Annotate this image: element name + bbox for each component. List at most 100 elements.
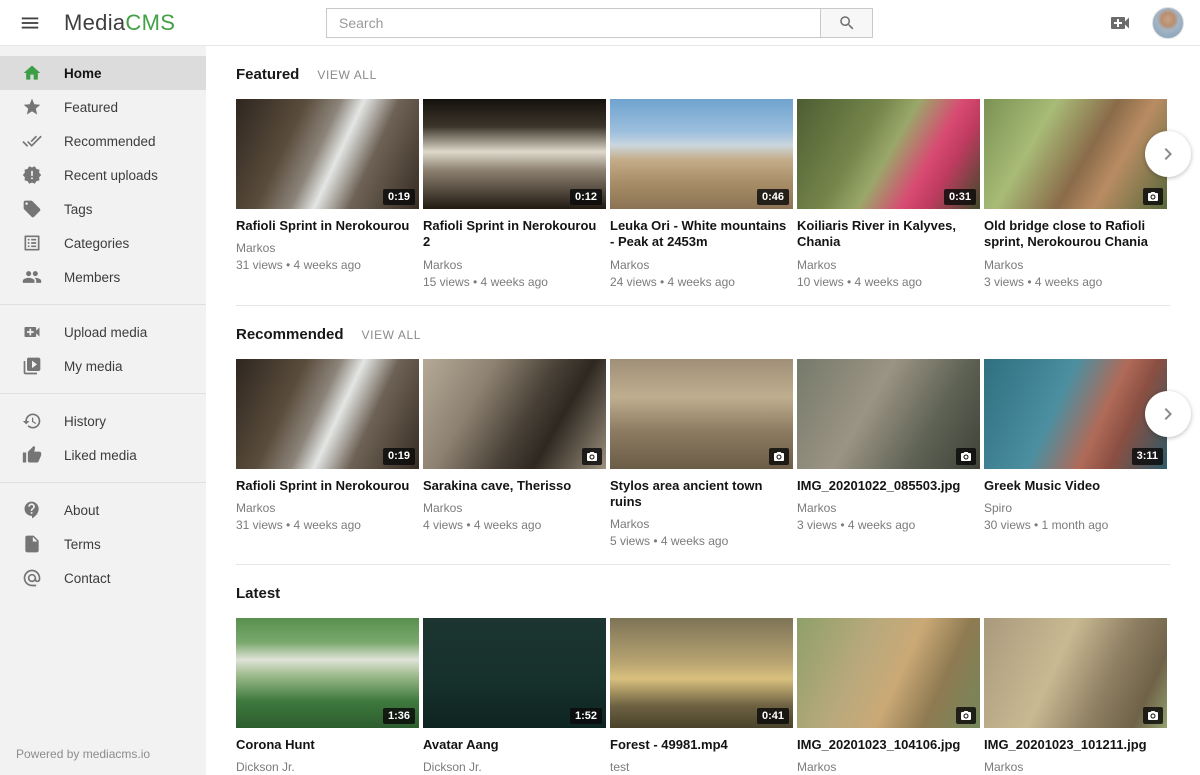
media-thumbnail[interactable] bbox=[610, 359, 793, 469]
upload-video-icon[interactable] bbox=[1108, 11, 1132, 35]
media-author[interactable]: Dickson Jr. bbox=[423, 760, 606, 774]
app-logo[interactable]: MediaCMS bbox=[64, 10, 175, 36]
star-icon bbox=[22, 97, 42, 117]
media-thumbnail[interactable]: 3:11 bbox=[984, 359, 1167, 469]
section-header-recommended: Recommended VIEW ALL bbox=[236, 306, 1170, 343]
media-author[interactable]: Dickson Jr. bbox=[236, 760, 419, 774]
media-thumbnail[interactable] bbox=[984, 99, 1167, 209]
media-author[interactable]: Markos bbox=[797, 258, 980, 272]
media-title[interactable]: Old bridge close to Rafioli sprint, Nero… bbox=[984, 218, 1167, 251]
carousel-next-button[interactable] bbox=[1145, 391, 1191, 437]
search-input[interactable] bbox=[326, 8, 821, 38]
media-author[interactable]: Markos bbox=[610, 517, 793, 531]
sidebar-item-categories[interactable]: Categories bbox=[0, 226, 206, 260]
media-title[interactable]: IMG_20201022_085503.jpg bbox=[797, 478, 980, 494]
people-icon bbox=[22, 267, 42, 287]
media-meta: 10 views • 4 weeks ago bbox=[797, 275, 980, 289]
camera-icon bbox=[1143, 707, 1163, 724]
view-all-link[interactable]: VIEW ALL bbox=[317, 68, 377, 82]
section-title: Latest bbox=[236, 585, 280, 602]
media-author[interactable]: Markos bbox=[610, 258, 793, 272]
media-card[interactable]: 0:12 Rafioli Sprint in Nerokourou 2 Mark… bbox=[423, 99, 606, 289]
media-card[interactable]: Stylos area ancient town ruins Markos 5 … bbox=[610, 359, 793, 549]
media-card[interactable]: 0:46 Leuka Ori - White mountains - Peak … bbox=[610, 99, 793, 289]
sidebar-item-recent-uploads[interactable]: Recent uploads bbox=[0, 158, 206, 192]
user-avatar[interactable] bbox=[1152, 7, 1184, 39]
media-thumbnail[interactable]: 1:36 bbox=[236, 618, 419, 728]
media-author[interactable]: Markos bbox=[423, 501, 606, 515]
media-title[interactable]: Corona Hunt bbox=[236, 737, 419, 753]
media-card[interactable]: 0:19 Rafioli Sprint in Nerokourou Markos… bbox=[236, 99, 419, 289]
media-title[interactable]: Rafioli Sprint in Nerokourou 2 bbox=[423, 218, 606, 251]
sidebar-item-contact[interactable]: Contact bbox=[0, 561, 206, 595]
media-author[interactable]: Markos bbox=[797, 501, 980, 515]
powered-by-text: Powered by mediacms.io bbox=[16, 747, 150, 761]
media-title[interactable]: Leuka Ori - White mountains - Peak at 24… bbox=[610, 218, 793, 251]
sidebar-item-home[interactable]: Home bbox=[0, 56, 206, 90]
media-title[interactable]: Avatar Aang bbox=[423, 737, 606, 753]
media-card[interactable]: 0:31 Koiliaris River in Kalyves, Chania … bbox=[797, 99, 980, 289]
camera-icon bbox=[582, 448, 602, 465]
media-card[interactable]: IMG_20201022_085503.jpg Markos 3 views •… bbox=[797, 359, 980, 549]
latest-card-row: 1:36 Corona Hunt Dickson Jr. 6 views • 4… bbox=[236, 618, 1170, 775]
media-thumbnail[interactable]: 0:41 bbox=[610, 618, 793, 728]
media-thumbnail[interactable] bbox=[797, 618, 980, 728]
media-thumbnail[interactable] bbox=[984, 618, 1167, 728]
media-title[interactable]: Stylos area ancient town ruins bbox=[610, 478, 793, 511]
sidebar-item-about[interactable]: About bbox=[0, 493, 206, 527]
media-author[interactable]: test bbox=[610, 760, 793, 774]
sidebar-item-upload-media[interactable]: Upload media bbox=[0, 315, 206, 349]
sidebar-item-my-media[interactable]: My media bbox=[0, 349, 206, 383]
media-title[interactable]: IMG_20201023_104106.jpg bbox=[797, 737, 980, 753]
chevron-right-icon bbox=[1156, 142, 1180, 166]
media-card[interactable]: 0:41 Forest - 49981.mp4 test 17 views • … bbox=[610, 618, 793, 775]
sidebar-item-featured[interactable]: Featured bbox=[0, 90, 206, 124]
media-card[interactable]: Sarakina cave, Therisso Markos 4 views •… bbox=[423, 359, 606, 549]
media-thumbnail[interactable]: 1:52 bbox=[423, 618, 606, 728]
media-title[interactable]: Koiliaris River in Kalyves, Chania bbox=[797, 218, 980, 251]
media-author[interactable]: Markos bbox=[423, 258, 606, 272]
media-title[interactable]: Rafioli Sprint in Nerokourou bbox=[236, 218, 419, 234]
media-card[interactable]: 3:11 Greek Music Video Spiro 30 views • … bbox=[984, 359, 1167, 549]
media-title[interactable]: Rafioli Sprint in Nerokourou bbox=[236, 478, 419, 494]
media-title[interactable]: Sarakina cave, Therisso bbox=[423, 478, 606, 494]
sidebar-item-members[interactable]: Members bbox=[0, 260, 206, 294]
media-thumbnail[interactable]: 0:12 bbox=[423, 99, 606, 209]
search-button[interactable] bbox=[821, 8, 873, 38]
media-thumbnail[interactable]: 0:19 bbox=[236, 99, 419, 209]
media-card[interactable]: 1:52 Avatar Aang Dickson Jr. 12 views • … bbox=[423, 618, 606, 775]
menu-icon[interactable] bbox=[18, 11, 42, 35]
media-thumbnail[interactable] bbox=[797, 359, 980, 469]
sidebar-item-terms[interactable]: Terms bbox=[0, 527, 206, 561]
media-title[interactable]: Forest - 49981.mp4 bbox=[610, 737, 793, 753]
media-thumbnail[interactable]: 0:19 bbox=[236, 359, 419, 469]
carousel-next-button[interactable] bbox=[1145, 131, 1191, 177]
sidebar-item-label: Categories bbox=[64, 236, 129, 251]
featured-card-row: 0:19 Rafioli Sprint in Nerokourou Markos… bbox=[236, 99, 1170, 289]
media-title[interactable]: Greek Music Video bbox=[984, 478, 1167, 494]
media-author[interactable]: Markos bbox=[984, 258, 1167, 272]
sidebar-item-tags[interactable]: Tags bbox=[0, 192, 206, 226]
media-author[interactable]: Markos bbox=[236, 241, 419, 255]
media-author[interactable]: Markos bbox=[984, 760, 1167, 774]
duration-badge: 0:41 bbox=[757, 708, 789, 724]
view-all-link[interactable]: VIEW ALL bbox=[362, 328, 422, 342]
sidebar-item-history[interactable]: History bbox=[0, 404, 206, 438]
media-thumbnail[interactable]: 0:46 bbox=[610, 99, 793, 209]
sidebar-item-liked-media[interactable]: Liked media bbox=[0, 438, 206, 472]
media-author[interactable]: Markos bbox=[236, 501, 419, 515]
sidebar-item-label: Members bbox=[64, 270, 120, 285]
media-thumbnail[interactable]: 0:31 bbox=[797, 99, 980, 209]
duration-badge: 0:19 bbox=[383, 448, 415, 464]
media-card[interactable]: 1:36 Corona Hunt Dickson Jr. 6 views • 4… bbox=[236, 618, 419, 775]
section-title: Featured bbox=[236, 66, 299, 83]
media-title[interactable]: IMG_20201023_101211.jpg bbox=[984, 737, 1167, 753]
sidebar-item-recommended[interactable]: Recommended bbox=[0, 124, 206, 158]
media-thumbnail[interactable] bbox=[423, 359, 606, 469]
media-author[interactable]: Markos bbox=[797, 760, 980, 774]
media-card[interactable]: IMG_20201023_104106.jpg Markos 4 views •… bbox=[797, 618, 980, 775]
media-card[interactable]: Old bridge close to Rafioli sprint, Nero… bbox=[984, 99, 1167, 289]
media-author[interactable]: Spiro bbox=[984, 501, 1167, 515]
media-card[interactable]: 0:19 Rafioli Sprint in Nerokourou Markos… bbox=[236, 359, 419, 549]
media-card[interactable]: IMG_20201023_101211.jpg Markos 4 views •… bbox=[984, 618, 1167, 775]
